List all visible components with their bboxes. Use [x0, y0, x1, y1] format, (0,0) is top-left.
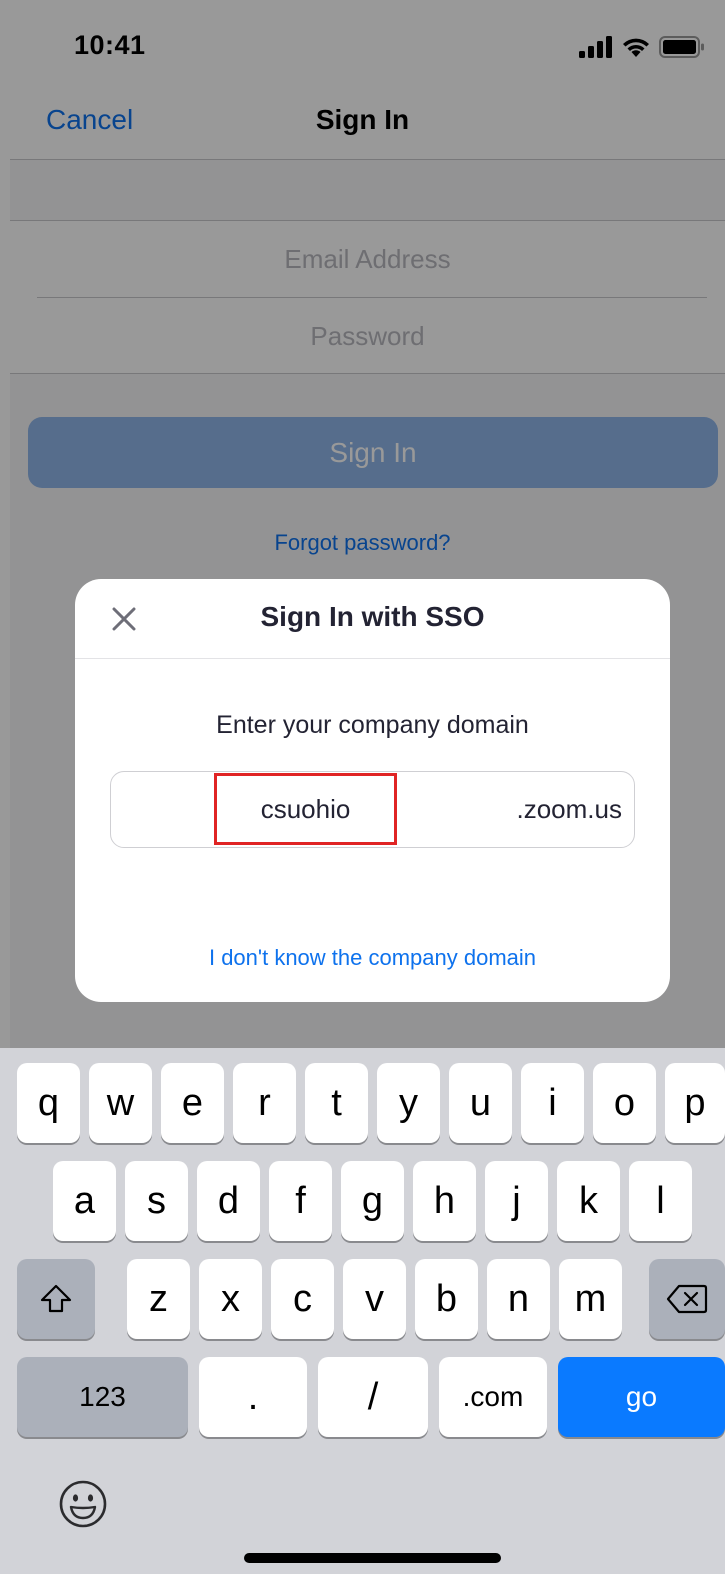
key-i[interactable]: i [521, 1063, 584, 1143]
key-c[interactable]: c [271, 1259, 334, 1339]
key-g[interactable]: g [341, 1161, 404, 1241]
key-d[interactable]: d [197, 1161, 260, 1241]
key-a[interactable]: a [53, 1161, 116, 1241]
key-w[interactable]: w [89, 1063, 152, 1143]
key-z[interactable]: z [127, 1259, 190, 1339]
dot-key[interactable]: . [199, 1357, 307, 1437]
key-y[interactable]: y [377, 1063, 440, 1143]
slash-key[interactable]: / [318, 1357, 428, 1437]
numbers-key[interactable]: 123 [17, 1357, 188, 1437]
key-u[interactable]: u [449, 1063, 512, 1143]
sso-dialog-title: Sign In with SSO [260, 601, 485, 632]
domain-suffix: .zoom.us [516, 794, 623, 824]
company-domain-field: csuohio .zoom.us [110, 771, 635, 848]
key-b[interactable]: b [415, 1259, 478, 1339]
sso-dialog-header: Sign In with SSO [75, 579, 670, 659]
keyboard: q w e r t y u i o p a s d f g h j k l z … [0, 1048, 725, 1574]
key-e[interactable]: e [161, 1063, 224, 1143]
shift-key[interactable] [17, 1259, 95, 1339]
delete-icon [666, 1284, 708, 1314]
emoji-icon[interactable] [58, 1479, 108, 1529]
domain-prompt: Enter your company domain [216, 711, 529, 739]
key-r[interactable]: r [233, 1063, 296, 1143]
key-k[interactable]: k [557, 1161, 620, 1241]
home-indicator[interactable] [244, 1553, 501, 1563]
key-o[interactable]: o [593, 1063, 656, 1143]
dotcom-key[interactable]: .com [439, 1357, 547, 1437]
shift-icon [40, 1284, 72, 1313]
key-j[interactable]: j [485, 1161, 548, 1241]
company-domain-input[interactable]: csuohio [214, 773, 397, 845]
delete-key[interactable] [649, 1259, 725, 1339]
sso-dialog: Sign In with SSO Enter your company doma… [75, 579, 670, 1002]
key-v[interactable]: v [343, 1259, 406, 1339]
key-l[interactable]: l [629, 1161, 692, 1241]
unknown-domain-link[interactable]: I don't know the company domain [75, 945, 670, 971]
go-key[interactable]: go [558, 1357, 725, 1437]
key-n[interactable]: n [487, 1259, 550, 1339]
key-q[interactable]: q [17, 1063, 80, 1143]
key-s[interactable]: s [125, 1161, 188, 1241]
key-x[interactable]: x [199, 1259, 262, 1339]
key-p[interactable]: p [665, 1063, 725, 1143]
key-h[interactable]: h [413, 1161, 476, 1241]
key-m[interactable]: m [559, 1259, 622, 1339]
key-t[interactable]: t [305, 1063, 368, 1143]
key-f[interactable]: f [269, 1161, 332, 1241]
